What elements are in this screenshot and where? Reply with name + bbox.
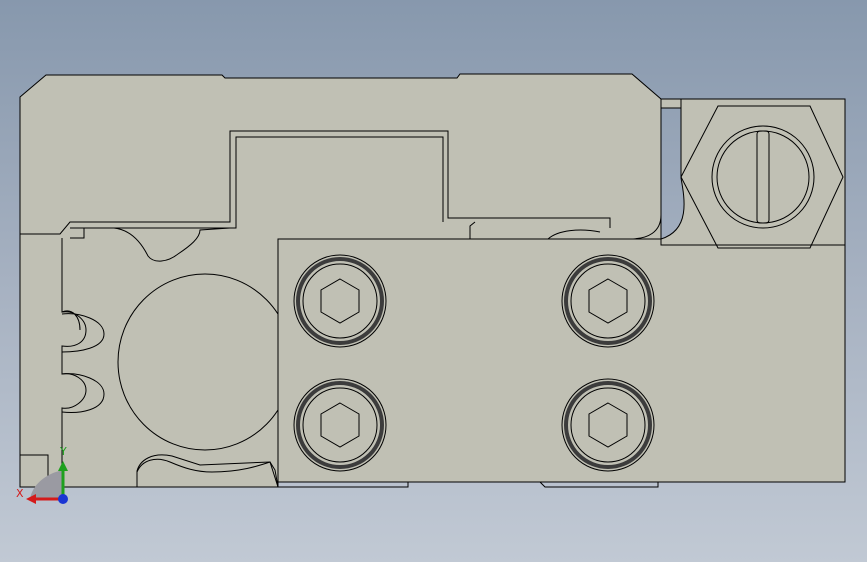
cad-model-view[interactable]: X Y — [0, 0, 867, 562]
plate-bottom-tabs — [277, 481, 659, 488]
triad-z-axis — [58, 494, 68, 504]
cad-viewport[interactable]: X Y — [0, 0, 867, 562]
triad-x-label: X — [16, 487, 24, 500]
triad-y-label: Y — [59, 445, 67, 458]
mounting-plate — [277, 238, 846, 483]
